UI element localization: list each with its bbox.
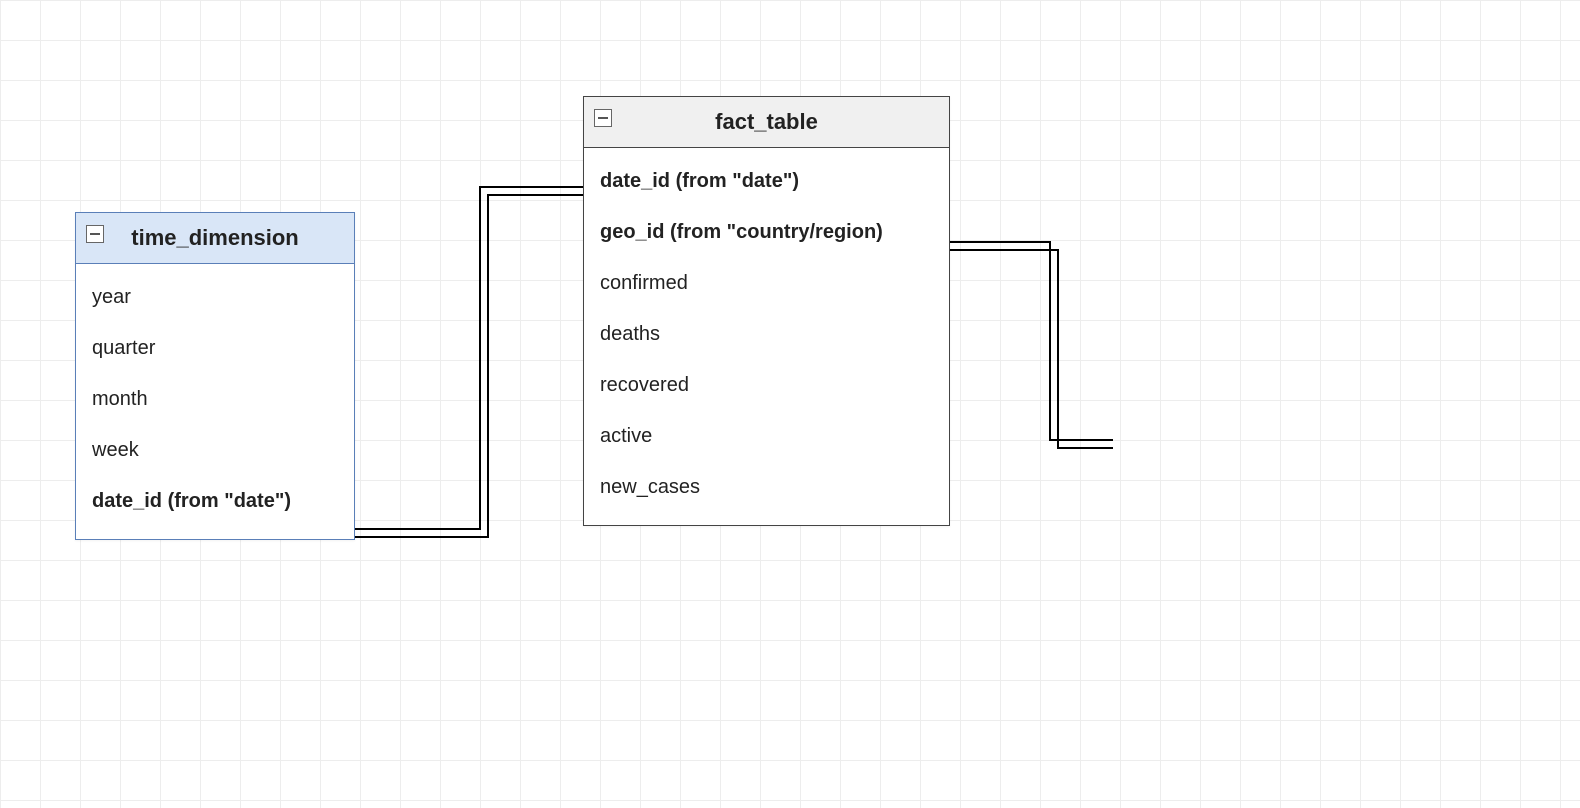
field-geo-id: geo_id (from "country/region) bbox=[600, 207, 933, 258]
entity-body: year quarter month week date_id (from "d… bbox=[76, 264, 354, 539]
field-year: year bbox=[92, 272, 338, 323]
field-date-id: date_id (from "date") bbox=[600, 156, 933, 207]
entity-time-dimension[interactable]: time_dimension year quarter month week d… bbox=[75, 212, 355, 540]
field-date-id: date_id (from "date") bbox=[92, 476, 338, 527]
entity-title: fact_table bbox=[715, 109, 818, 134]
field-recovered: recovered bbox=[600, 360, 933, 411]
entity-title: time_dimension bbox=[131, 225, 298, 250]
field-deaths: deaths bbox=[600, 309, 933, 360]
diagram-canvas[interactable]: time_dimension year quarter month week d… bbox=[0, 0, 1580, 808]
field-confirmed: confirmed bbox=[600, 258, 933, 309]
field-active: active bbox=[600, 411, 933, 462]
entity-header[interactable]: time_dimension bbox=[76, 213, 354, 264]
field-quarter: quarter bbox=[92, 323, 338, 374]
entity-fact-table[interactable]: fact_table date_id (from "date") geo_id … bbox=[583, 96, 950, 526]
field-week: week bbox=[92, 425, 338, 476]
entity-body: date_id (from "date") geo_id (from "coun… bbox=[584, 148, 949, 525]
entity-header[interactable]: fact_table bbox=[584, 97, 949, 148]
field-new-cases: new_cases bbox=[600, 462, 933, 513]
field-month: month bbox=[92, 374, 338, 425]
minus-square-icon[interactable] bbox=[594, 109, 612, 127]
minus-square-icon[interactable] bbox=[86, 225, 104, 243]
